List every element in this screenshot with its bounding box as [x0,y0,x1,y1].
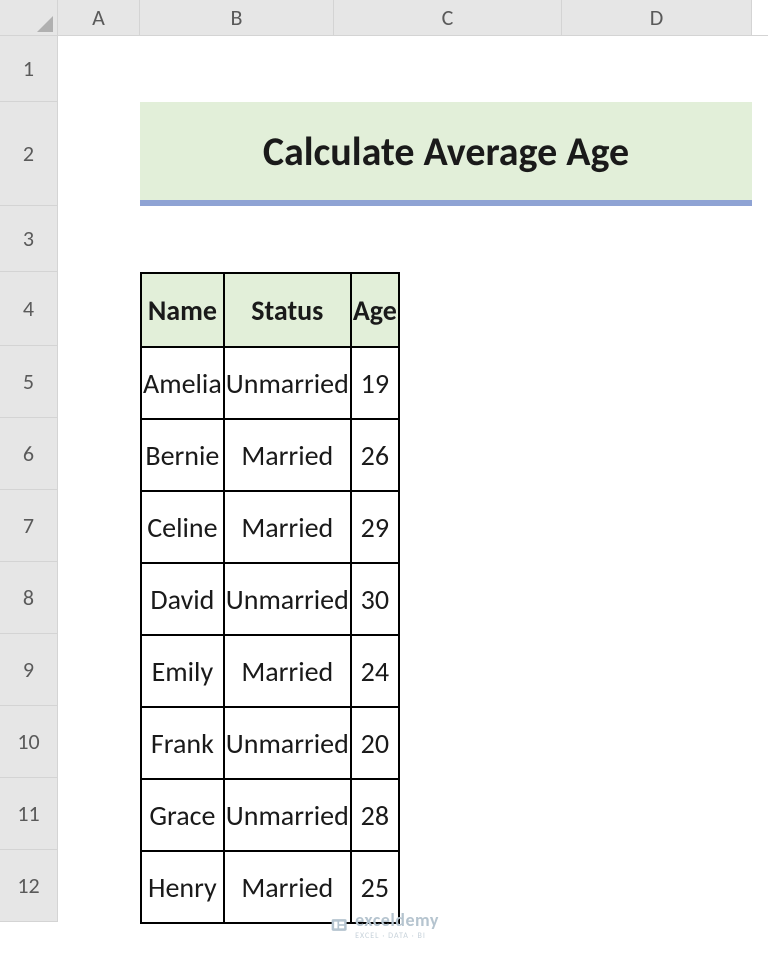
cell-age[interactable]: 28 [351,779,399,851]
table-row: Celine Married 29 [141,491,399,563]
row-header[interactable]: 9 [0,634,58,706]
cell-name[interactable]: Amelia [141,347,224,419]
row-header[interactable]: 12 [0,850,58,922]
cell-status[interactable]: Unmarried [224,347,351,419]
column-header[interactable]: C [334,0,562,35]
cell-status[interactable]: Unmarried [224,779,351,851]
cell-status[interactable]: Unmarried [224,563,351,635]
cell-status[interactable]: Married [224,419,351,491]
cell-name[interactable]: Celine [141,491,224,563]
cell-name[interactable]: Frank [141,707,224,779]
table-row: Bernie Married 26 [141,419,399,491]
cell-status[interactable]: Unmarried [224,707,351,779]
row-header[interactable]: 8 [0,562,58,634]
row-header[interactable]: 11 [0,778,58,850]
cell-age[interactable]: 30 [351,563,399,635]
row-header[interactable]: 10 [0,706,58,778]
spreadsheet: A B C D 1 2 3 4 5 6 7 8 9 10 11 12 Calcu… [0,0,768,963]
table-row: Emily Married 24 [141,635,399,707]
row-header[interactable]: 4 [0,272,58,346]
table-row: Amelia Unmarried 19 [141,347,399,419]
cell-name[interactable]: Grace [141,779,224,851]
row-header[interactable]: 1 [0,36,58,102]
cell-age[interactable]: 20 [351,707,399,779]
header-name[interactable]: Name [141,273,224,347]
cell-age[interactable]: 19 [351,347,399,419]
row-header[interactable]: 6 [0,418,58,490]
cell-age[interactable]: 26 [351,419,399,491]
cell-name[interactable]: Bernie [141,419,224,491]
brand-name: exceldemy [355,909,439,931]
cell-age[interactable]: 29 [351,491,399,563]
column-header[interactable]: D [562,0,752,35]
select-all-triangle-icon [37,16,53,32]
cell-name[interactable]: David [141,563,224,635]
watermark-text: exceldemy EXCEL · DATA · BI [355,909,439,941]
cell-age[interactable]: 24 [351,635,399,707]
select-all-corner[interactable] [0,0,58,35]
row-header[interactable]: 2 [0,102,58,206]
brand-tagline: EXCEL · DATA · BI [355,931,439,941]
row-header[interactable]: 5 [0,346,58,418]
column-header[interactable]: A [58,0,140,35]
cell-name[interactable]: Emily [141,635,224,707]
table-row: Frank Unmarried 20 [141,707,399,779]
header-status[interactable]: Status [224,273,351,347]
sheet-title[interactable]: Calculate Average Age [140,102,752,206]
column-header-row: A B C D [0,0,768,36]
data-table: Name Status Age Amelia Unmarried 19 Bern… [140,272,400,924]
row-header[interactable]: 3 [0,206,58,272]
header-age[interactable]: Age [351,273,399,347]
row-header[interactable]: 7 [0,490,58,562]
cell-status[interactable]: Married [224,491,351,563]
column-header[interactable]: B [140,0,334,35]
table-row: David Unmarried 30 [141,563,399,635]
brand-logo-icon [329,915,349,935]
table-header-row: Name Status Age [141,273,399,347]
cell-name[interactable]: Henry [141,851,224,923]
row-header-strip: 1 2 3 4 5 6 7 8 9 10 11 12 [0,36,58,922]
table-row: Grace Unmarried 28 [141,779,399,851]
watermark: exceldemy EXCEL · DATA · BI [329,909,439,941]
cell-status[interactable]: Married [224,635,351,707]
